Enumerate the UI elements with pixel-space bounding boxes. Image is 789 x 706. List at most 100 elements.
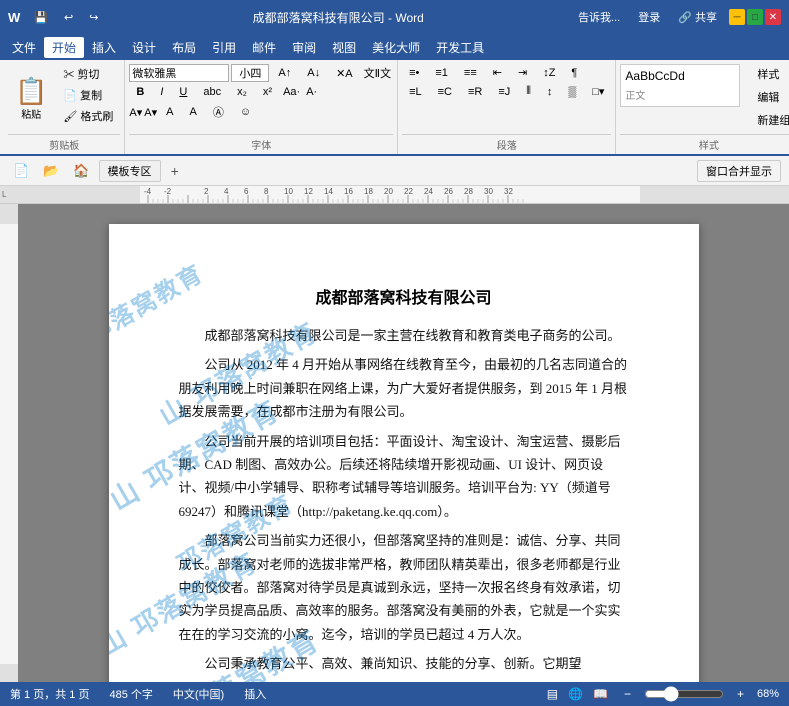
- svg-text:8: 8: [264, 187, 269, 196]
- paragraph-5: 公司秉承教育公平、高效、兼尚知识、技能的分享、创新。它期望: [179, 652, 629, 675]
- circle-a-button[interactable]: Ⓐ: [206, 102, 231, 122]
- styles-button[interactable]: 样式: [750, 64, 789, 84]
- line-spacing-button[interactable]: ↕: [540, 84, 560, 100]
- zoom-out-button[interactable]: −: [621, 686, 634, 702]
- menu-developer[interactable]: 开发工具: [428, 37, 492, 58]
- font-name-input[interactable]: [129, 64, 229, 82]
- outline-list-button[interactable]: ≡≡: [457, 65, 484, 81]
- style-side-buttons: 样式 编辑 新建组: [750, 64, 789, 130]
- title-bar: W 💾 ↩ ↪ 成都部落窝科技有限公司 - Word 告诉我... 登录 🔗 共…: [0, 0, 789, 34]
- bold-button[interactable]: B: [129, 84, 151, 100]
- style-preview-label: 正文: [625, 87, 735, 102]
- font-size-input[interactable]: [231, 64, 269, 82]
- home-button[interactable]: 🏠: [68, 160, 94, 182]
- font-section: A↑ A↓ ✕A 文Ⅱ文 B I U abc x₂ x² Aa· A· A▾: [125, 60, 398, 154]
- web-view-button[interactable]: 🌐: [565, 686, 586, 702]
- document-area[interactable]: 邛落窝教育 山 邛落窝教育 山 邛落窝教育 邛落窝教育 山 邛落窝教育 山 邛落…: [18, 204, 789, 682]
- clipboard-content: 📋 粘贴 ✂ 剪切 📄 复制 🖌 格式刷: [8, 64, 120, 132]
- close-button[interactable]: ✕: [765, 9, 781, 25]
- subscript-button[interactable]: x₂: [230, 84, 254, 100]
- show-hide-button[interactable]: ¶: [564, 65, 584, 81]
- zoom-in-button[interactable]: +: [734, 686, 747, 702]
- document-page: 邛落窝教育 山 邛落窝教育 山 邛落窝教育 邛落窝教育 山 邛落窝教育 山 邛落…: [109, 224, 699, 682]
- maximize-button[interactable]: □: [747, 9, 763, 25]
- menu-view[interactable]: 视图: [324, 37, 364, 58]
- paragraph-1: 成都部落窝科技有限公司是一家主营在线教育和教育类电子商务的公司。: [179, 324, 629, 347]
- align-right-button[interactable]: ≡R: [461, 84, 489, 100]
- wbf-label: 文Ⅱ文: [362, 65, 393, 81]
- zoom-slider[interactable]: [644, 686, 724, 702]
- superscript-button[interactable]: x²: [256, 84, 279, 100]
- menu-references[interactable]: 引用: [204, 37, 244, 58]
- shading-button[interactable]: ▒: [561, 84, 583, 100]
- font-controls: A↑ A↓ ✕A 文Ⅱ文 B I U abc x₂ x² Aa· A· A▾: [129, 64, 393, 122]
- font-grow-button[interactable]: A↑: [271, 65, 298, 81]
- copy-button[interactable]: 📄 复制: [56, 85, 120, 105]
- new-group-button[interactable]: 新建组: [750, 110, 789, 130]
- style-preview: AaBbCcDd 正文: [620, 64, 740, 107]
- edit-button[interactable]: 编辑: [750, 87, 789, 107]
- print-view-button[interactable]: ▤: [544, 686, 561, 702]
- indent-decrease-button[interactable]: ⇤: [486, 64, 509, 81]
- menu-review[interactable]: 审阅: [284, 37, 324, 58]
- login-button[interactable]: 登录: [632, 7, 666, 27]
- title-bar-right: 告诉我... 登录 🔗 共享 ─ □ ✕: [572, 7, 781, 27]
- add-tab-button[interactable]: +: [165, 161, 185, 181]
- svg-text:30: 30: [484, 187, 493, 196]
- style-content: AaBbCcDd 正文 样式 编辑 新建组: [620, 64, 789, 132]
- cut-button[interactable]: ✂ 剪切: [56, 64, 120, 84]
- clear-format-button[interactable]: ✕A: [329, 65, 360, 82]
- minimize-button[interactable]: ─: [729, 9, 745, 25]
- font-size-a-button[interactable]: A: [159, 104, 180, 120]
- quick-undo-button[interactable]: ↩: [58, 9, 79, 26]
- column-button[interactable]: ⫴: [519, 83, 538, 100]
- quick-save-button[interactable]: 💾: [28, 9, 54, 26]
- indent-increase-button[interactable]: ⇥: [511, 64, 534, 81]
- font-style-row: B I U abc x₂ x² Aa· A·: [129, 84, 393, 100]
- numbered-list-button[interactable]: ≡1: [428, 65, 455, 81]
- svg-text:16: 16: [344, 187, 353, 196]
- share-button[interactable]: 🔗 共享: [672, 7, 723, 27]
- new-file-button[interactable]: 📄: [8, 160, 34, 182]
- menu-home[interactable]: 开始: [44, 37, 84, 58]
- read-view-button[interactable]: 📖: [590, 686, 611, 702]
- menu-file[interactable]: 文件: [4, 37, 44, 58]
- strikethrough-button[interactable]: abc: [196, 84, 228, 100]
- menu-design[interactable]: 设计: [124, 37, 164, 58]
- align-left-button[interactable]: ≡L: [402, 84, 429, 100]
- underline-button[interactable]: U: [172, 84, 194, 100]
- menu-mailings[interactable]: 邮件: [244, 37, 284, 58]
- document-body[interactable]: 成都部落窝科技有限公司是一家主营在线教育和教育类电子商务的公司。 公司从 201…: [179, 324, 629, 675]
- paste-icon: 📋: [15, 78, 47, 104]
- menu-insert[interactable]: 插入: [84, 37, 124, 58]
- align-center-button[interactable]: ≡C: [431, 84, 459, 100]
- font-content: A↑ A↓ ✕A 文Ⅱ文 B I U abc x₂ x² Aa· A· A▾: [129, 64, 393, 132]
- italic-button[interactable]: I: [153, 84, 170, 100]
- window-merge-button[interactable]: 窗口合并显示: [697, 160, 781, 182]
- svg-text:L: L: [2, 190, 7, 199]
- style-label: 样式: [620, 134, 789, 154]
- menu-layout[interactable]: 布局: [164, 37, 204, 58]
- menu-beautify[interactable]: 美化大师: [364, 37, 428, 58]
- format-painter-button[interactable]: 🖌 格式刷: [56, 106, 120, 126]
- tell-me-button[interactable]: 告诉我...: [572, 7, 626, 27]
- quick-redo-button[interactable]: ↪: [83, 9, 104, 26]
- sort-button[interactable]: ↕Z: [536, 65, 562, 81]
- svg-text:-2: -2: [164, 187, 172, 196]
- open-file-button[interactable]: 📂: [38, 160, 64, 182]
- justify-button[interactable]: ≡J: [491, 84, 517, 100]
- ruler-svg: L [ {"x":145,"label":"-4"},{"x":170,"lab…: [0, 186, 789, 203]
- svg-text:12: 12: [304, 187, 313, 196]
- vertical-ruler: [0, 204, 18, 682]
- font-shrink-button[interactable]: A↓: [300, 65, 327, 81]
- cut-copy-group: ✂ 剪切 📄 复制 🖌 格式刷: [56, 64, 120, 126]
- border-button[interactable]: □▾: [585, 83, 611, 100]
- paste-button[interactable]: 📋 粘贴: [8, 64, 54, 124]
- font-size-a-small-button[interactable]: A: [182, 104, 203, 120]
- emoji-button[interactable]: ☺: [233, 104, 258, 120]
- bullet-list-button[interactable]: ≡•: [402, 65, 426, 81]
- ribbon: 📋 粘贴 ✂ 剪切 📄 复制 🖌 格式刷 剪贴板 A↑ A↓ ✕A 文Ⅱ文: [0, 60, 789, 156]
- document-title: 成都部落窝科技有限公司: [179, 284, 629, 308]
- paste-label: 粘贴: [21, 106, 41, 121]
- align-row: ≡L ≡C ≡R ≡J ⫴ ↕ ▒ □▾: [402, 83, 611, 100]
